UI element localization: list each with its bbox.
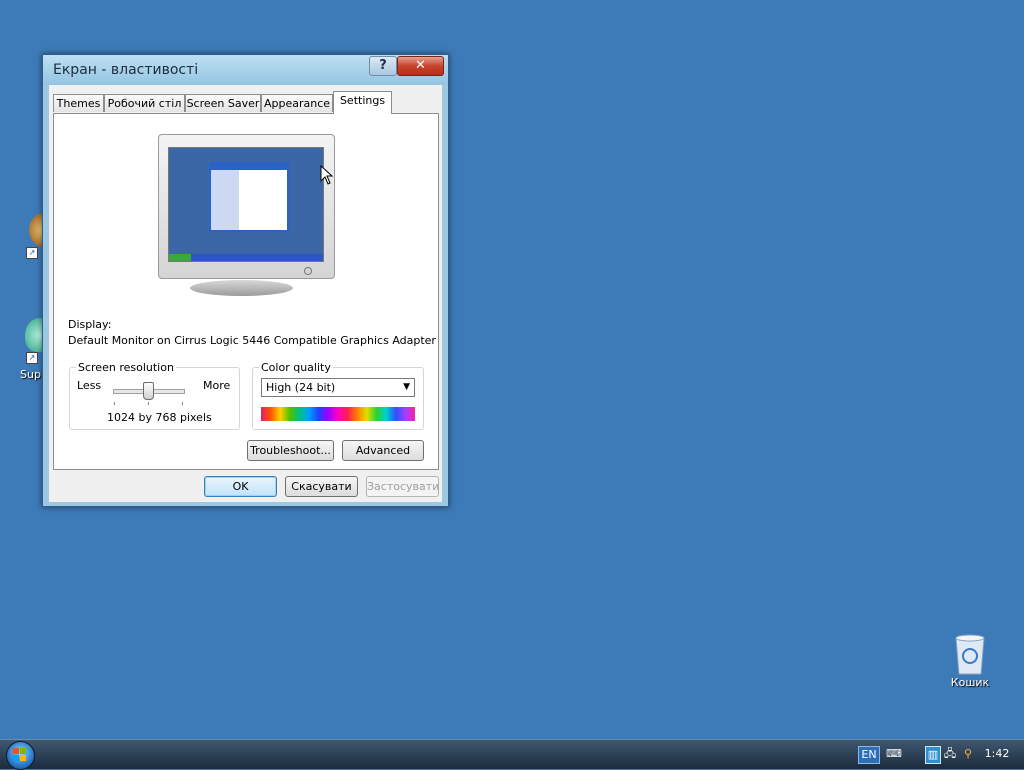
power-button-icon xyxy=(304,267,312,275)
preview-window xyxy=(209,162,289,232)
resolution-slider-thumb[interactable] xyxy=(143,382,154,400)
color-quality-title: Color quality xyxy=(259,361,333,374)
slider-tick xyxy=(114,402,115,405)
recycle-bin[interactable]: Кошик xyxy=(946,632,994,696)
start-button[interactable] xyxy=(6,741,35,770)
color-quality-value: High (24 bit) xyxy=(266,381,336,394)
screen-resolution-title: Screen resolution xyxy=(76,361,176,374)
monitor-stand xyxy=(190,280,293,296)
advanced-button[interactable]: Advanced xyxy=(342,440,424,461)
shortcut-arrow-icon: ↗ xyxy=(26,352,38,364)
tab-settings[interactable]: Settings xyxy=(333,91,392,114)
color-quality-group: Color quality High (24 bit) ▼ xyxy=(252,361,424,430)
tray-app-icon[interactable]: ▥ xyxy=(925,746,941,764)
troubleshoot-button[interactable]: Troubleshoot... xyxy=(247,440,334,461)
slider-tick xyxy=(182,402,183,405)
display-properties-window: Екран - властивості ? ✕ Themes Робочий с… xyxy=(42,54,449,507)
apply-button: Застосувати xyxy=(366,476,439,497)
monitor-preview xyxy=(158,134,335,279)
window-client: Themes Робочий стіл Screen Saver Appeara… xyxy=(49,85,442,502)
mouse-cursor-icon xyxy=(320,165,334,185)
desktop: { "window": { "title": "Екран - властиво… xyxy=(0,0,1024,770)
tab-appearance[interactable]: Appearance xyxy=(261,94,333,112)
close-button[interactable]: ✕ xyxy=(397,56,444,76)
resolution-value: 1024 by 768 pixels xyxy=(107,411,212,424)
clock[interactable]: 1:42 xyxy=(982,746,1012,762)
screen-resolution-group: Screen resolution Less More 1024 by 768 … xyxy=(69,361,240,430)
ok-button[interactable]: OK xyxy=(204,476,277,497)
search-icon[interactable]: ⚲ xyxy=(960,746,976,762)
color-quality-select[interactable]: High (24 bit) ▼ xyxy=(261,378,415,397)
dropdown-arrow-icon: ▼ xyxy=(403,382,410,392)
resolution-more-label: More xyxy=(203,379,231,392)
tab-desktop[interactable]: Робочий стіл xyxy=(104,94,185,112)
monitor-screen xyxy=(168,147,324,262)
title-bar[interactable]: Екран - властивості ? ✕ xyxy=(43,55,448,85)
window-title: Екран - властивості xyxy=(53,62,199,78)
shortcut-arrow-icon: ↗ xyxy=(26,247,38,259)
display-value: Default Monitor on Cirrus Logic 5446 Com… xyxy=(68,334,436,347)
preview-taskbar xyxy=(169,254,323,261)
color-spectrum-bar xyxy=(261,407,415,421)
help-button[interactable]: ? xyxy=(369,56,397,76)
taskbar: EN ⌨ ▥ 🖧 ⚲ 1:42 xyxy=(0,739,1024,770)
cancel-button[interactable]: Скасувати xyxy=(285,476,358,497)
recycle-bin-label: Кошик xyxy=(950,676,990,689)
slider-tick xyxy=(148,402,149,405)
tab-themes[interactable]: Themes xyxy=(53,94,104,112)
recycle-bin-icon xyxy=(955,634,985,675)
keyboard-icon[interactable]: ⌨ xyxy=(886,746,902,762)
resolution-less-label: Less xyxy=(77,379,102,392)
network-icon[interactable]: 🖧 xyxy=(942,746,958,762)
preview-start xyxy=(169,254,191,261)
settings-panel: Display: Default Monitor on Cirrus Logic… xyxy=(53,113,439,470)
tab-screen-saver[interactable]: Screen Saver xyxy=(185,94,261,112)
language-indicator[interactable]: EN xyxy=(858,746,880,764)
windows-logo-icon xyxy=(13,748,26,761)
display-label: Display: xyxy=(68,318,112,331)
